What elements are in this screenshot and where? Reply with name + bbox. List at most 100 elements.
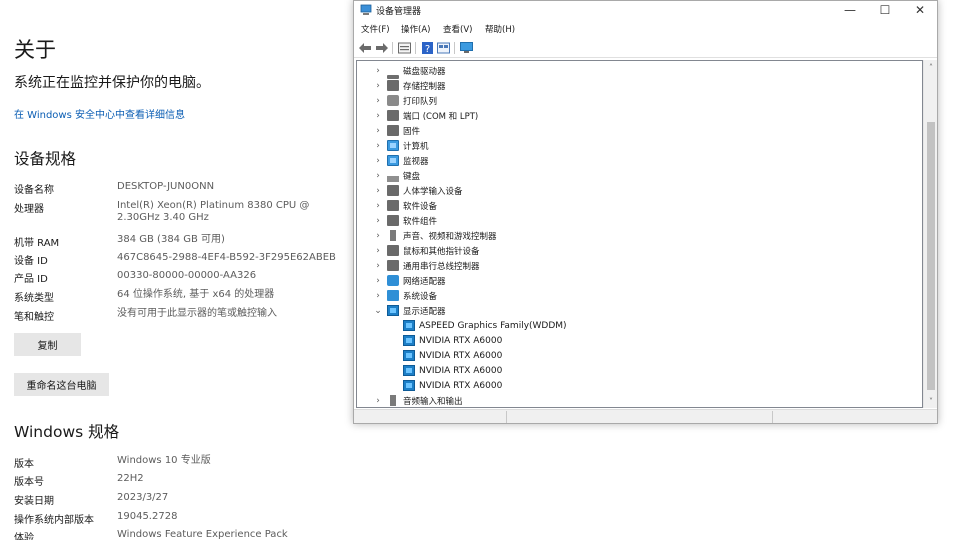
spec-key: 处理器 xyxy=(14,204,44,215)
expand-chevron-icon[interactable]: › xyxy=(373,216,383,226)
status-divider xyxy=(506,411,507,423)
tree-node-audio-io[interactable]: › 音频输入和输出 xyxy=(373,393,463,407)
expand-chevron-icon[interactable]: › xyxy=(373,186,383,196)
collapse-chevron-icon[interactable]: ⌄ xyxy=(373,306,383,316)
spec-key: 版本号 xyxy=(14,477,44,488)
back-arrow-icon[interactable] xyxy=(358,41,373,55)
scrollbar-thumb[interactable] xyxy=(927,122,935,390)
tree-node-keyboards[interactable]: › 键盘 xyxy=(373,168,420,183)
tree-node-label: 软件组件 xyxy=(403,216,438,227)
tree-device-nvidia-2[interactable]: NVIDIA RTX A6000 xyxy=(399,348,502,363)
monitor-icon xyxy=(387,155,399,166)
minimize-button[interactable]: — xyxy=(832,1,868,19)
help-icon[interactable]: ? xyxy=(420,41,435,55)
display-adapter-icon xyxy=(387,305,399,316)
display-adapter-icon xyxy=(403,380,415,391)
tree-node-label: NVIDIA RTX A6000 xyxy=(419,335,503,346)
expand-chevron-icon[interactable]: › xyxy=(373,396,383,406)
spec-value: Windows 10 专业版 xyxy=(117,455,211,466)
tree-node-label: 监视器 xyxy=(403,156,429,167)
tree-node-hid[interactable]: › 人体学输入设备 xyxy=(373,183,463,198)
expand-chevron-icon[interactable]: › xyxy=(373,66,383,76)
security-center-link[interactable]: 在 Windows 安全中心中查看详细信息 xyxy=(14,106,185,121)
expand-chevron-icon[interactable]: › xyxy=(373,156,383,166)
tree-device-nvidia-1[interactable]: NVIDIA RTX A6000 xyxy=(399,333,502,348)
close-button[interactable]: ✕ xyxy=(902,1,938,19)
title-bar[interactable]: 设备管理器 — ☐ ✕ xyxy=(354,1,937,19)
storage-controller-icon xyxy=(387,80,399,91)
vertical-scrollbar[interactable]: ˄ ˅ xyxy=(923,60,937,408)
window-title: 设备管理器 xyxy=(376,7,422,17)
keyboard-icon xyxy=(387,175,399,182)
tree-node-disk-drives[interactable]: › 磁盘驱动器 xyxy=(373,63,446,79)
expand-chevron-icon[interactable]: › xyxy=(373,246,383,256)
expand-chevron-icon[interactable]: › xyxy=(373,111,383,121)
tree-node-mice[interactable]: › 鼠标和其他指针设备 xyxy=(373,243,480,258)
expand-chevron-icon[interactable]: › xyxy=(373,201,383,211)
spec-value: 19045.2728 xyxy=(117,511,178,522)
device-spec-heading: 设备规格 xyxy=(14,150,77,168)
spec-key: 机带 RAM xyxy=(14,238,60,249)
tree-node-label: 人体学输入设备 xyxy=(403,186,463,197)
tree-node-label: NVIDIA RTX A6000 xyxy=(419,380,503,391)
tree-node-network-adapters[interactable]: › 网络适配器 xyxy=(373,273,446,288)
scroll-up-icon[interactable]: ˄ xyxy=(924,60,938,74)
forward-arrow-icon[interactable] xyxy=(374,41,389,55)
menu-help[interactable]: 帮助(H) xyxy=(485,23,515,35)
tree-node-system-devices[interactable]: › 系统设备 xyxy=(373,288,437,303)
expand-chevron-icon[interactable]: › xyxy=(373,126,383,136)
spec-key: 设备名称 xyxy=(14,185,54,196)
hid-icon xyxy=(387,185,399,196)
scroll-down-icon[interactable]: ˅ xyxy=(924,394,938,408)
tree-node-ports[interactable]: › 端口 (COM 和 LPT) xyxy=(373,108,478,123)
tree-node-usb[interactable]: › 通用串行总线控制器 xyxy=(373,258,480,273)
tree-node-sound[interactable]: › 声音、视频和游戏控制器 xyxy=(373,228,497,243)
expand-chevron-icon[interactable]: › xyxy=(373,171,383,181)
software-component-icon xyxy=(387,215,399,226)
tree-node-firmware[interactable]: › 固件 xyxy=(373,123,420,138)
toolbar-separator xyxy=(454,42,455,54)
rename-pc-button[interactable]: 重命名这台电脑 xyxy=(14,373,109,396)
tree-node-software-components[interactable]: › 软件组件 xyxy=(373,213,437,228)
tree-node-label: 通用串行总线控制器 xyxy=(403,261,480,272)
tree-node-monitors[interactable]: › 监视器 xyxy=(373,153,429,168)
windows-spec-heading: Windows 规格 xyxy=(14,423,120,441)
expand-chevron-icon[interactable]: › xyxy=(373,141,383,151)
menu-action[interactable]: 操作(A) xyxy=(401,23,430,35)
monitor-icon[interactable] xyxy=(459,41,474,55)
tree-node-label: 磁盘驱动器 xyxy=(403,66,446,77)
tree-node-computer[interactable]: › 计算机 xyxy=(373,138,429,153)
expand-chevron-icon[interactable]: › xyxy=(373,231,383,241)
view-icon[interactable] xyxy=(436,41,451,55)
expand-chevron-icon[interactable]: › xyxy=(373,276,383,286)
menu-view[interactable]: 查看(V) xyxy=(443,23,472,35)
expand-chevron-icon[interactable]: › xyxy=(373,81,383,91)
spec-value: 467C8645-2988-4EF4-B592-3F295E62ABEB xyxy=(117,252,336,263)
spec-value: 2023/3/27 xyxy=(117,492,169,503)
maximize-button[interactable]: ☐ xyxy=(867,1,903,19)
spec-key: 笔和触控 xyxy=(14,312,54,323)
tree-node-software-devices[interactable]: › 软件设备 xyxy=(373,198,437,213)
tree-device-aspeed[interactable]: ASPEED Graphics Family(WDDM) xyxy=(399,318,567,333)
expand-chevron-icon[interactable]: › xyxy=(373,261,383,271)
tree-device-nvidia-3[interactable]: NVIDIA RTX A6000 xyxy=(399,363,502,378)
tree-device-nvidia-4[interactable]: NVIDIA RTX A6000 xyxy=(399,378,502,393)
spec-key: 设备 ID xyxy=(14,256,48,267)
properties-icon[interactable] xyxy=(397,41,412,55)
tree-node-label: NVIDIA RTX A6000 xyxy=(419,365,503,376)
spec-value: Windows Feature Experience Pack 120.2212… xyxy=(117,529,288,540)
device-manager-window: 设备管理器 — ☐ ✕ 文件(F) 操作(A) 查看(V) 帮助(H) ? › … xyxy=(353,0,938,424)
tree-node-display-adapters[interactable]: ⌄ 显示适配器 xyxy=(373,303,446,318)
menu-file[interactable]: 文件(F) xyxy=(361,23,390,35)
tree-node-label: 显示适配器 xyxy=(403,306,446,317)
tree-node-print-queues[interactable]: › 打印队列 xyxy=(373,93,437,108)
expand-chevron-icon[interactable]: › xyxy=(373,96,383,106)
spec-value: DESKTOP-JUN0ONN xyxy=(117,181,215,192)
expand-chevron-icon[interactable]: › xyxy=(373,291,383,301)
mouse-icon xyxy=(387,245,399,256)
spec-value: 64 位操作系统, 基于 x64 的处理器 xyxy=(117,289,275,300)
tree-node-storage-controllers[interactable]: › 存储控制器 xyxy=(373,78,446,93)
copy-button[interactable]: 复制 xyxy=(14,333,81,356)
toolbar: ? xyxy=(354,38,937,58)
tree-node-label: 音频输入和输出 xyxy=(403,396,463,407)
